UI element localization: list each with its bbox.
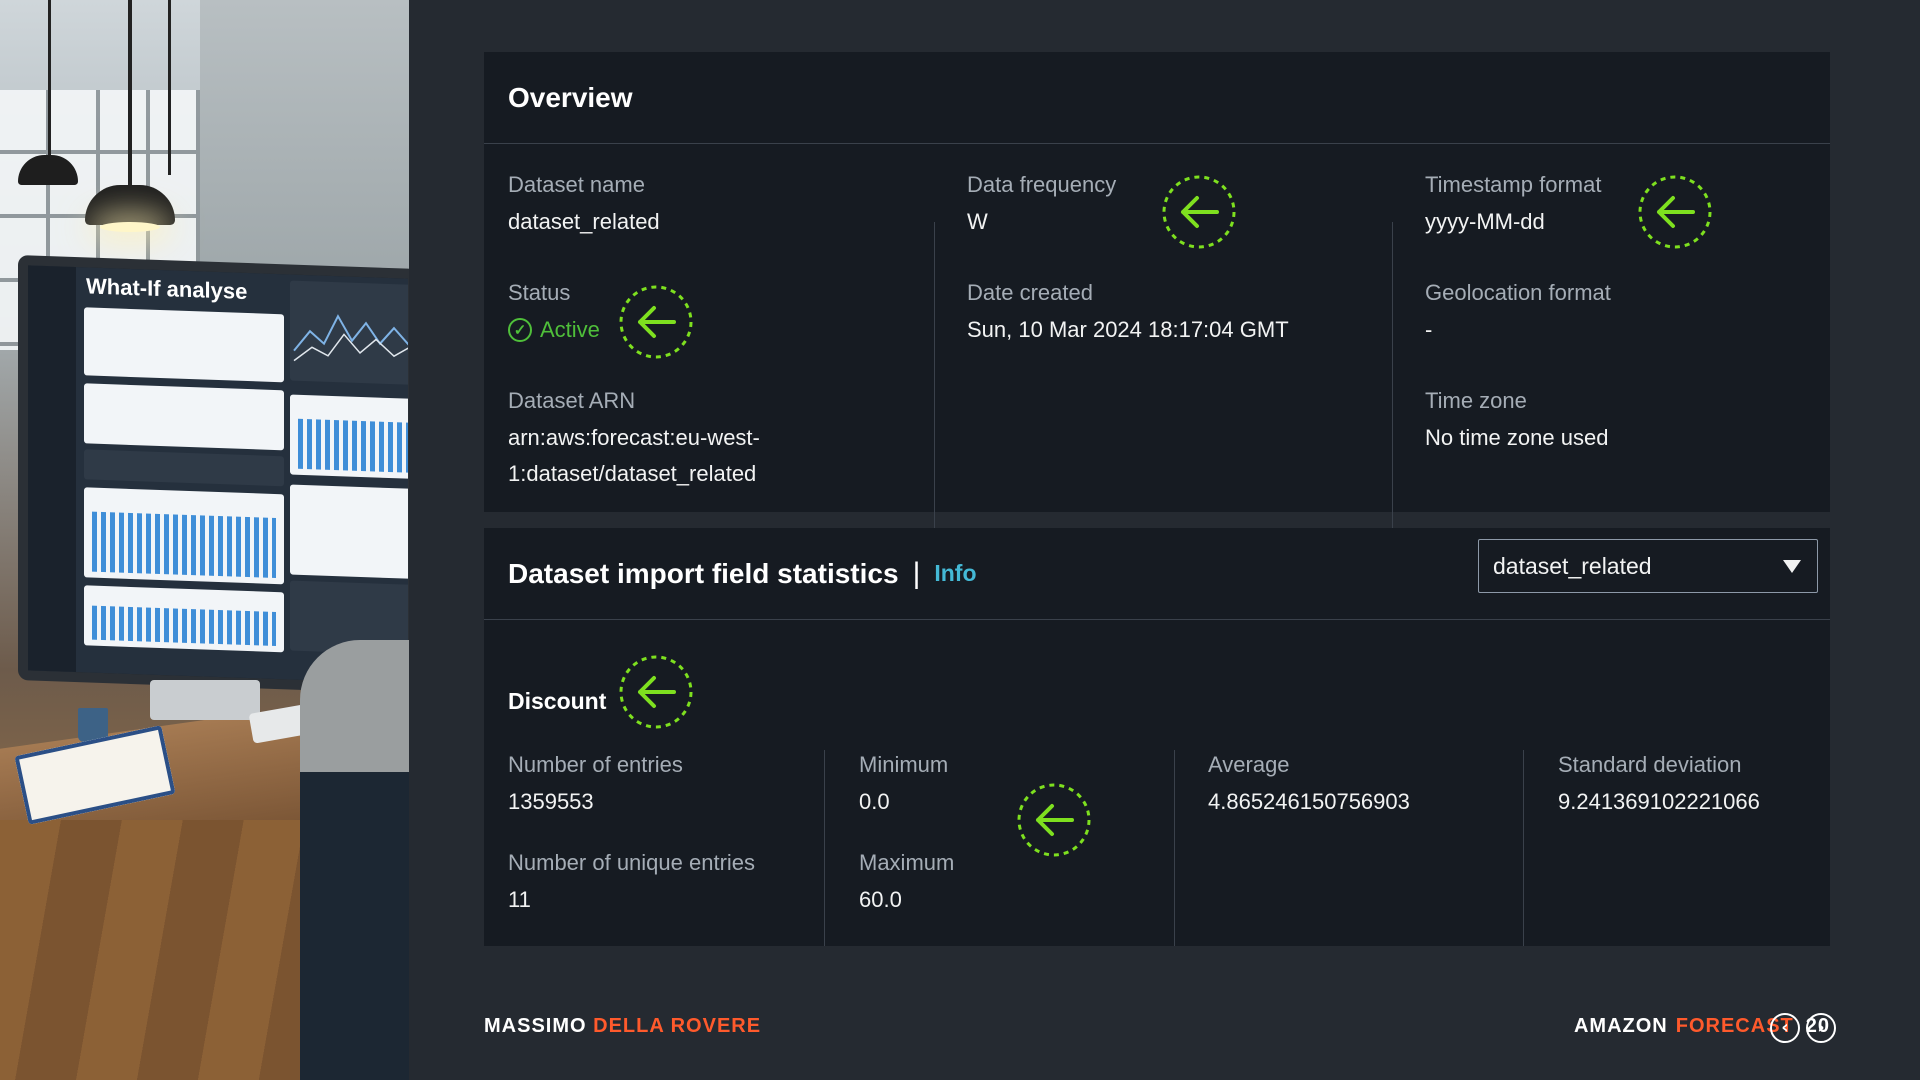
field-label: Timestamp format [1425, 172, 1602, 197]
dataset-arn-field: Dataset ARN arn:aws:forecast:eu-west- 1:… [508, 386, 760, 492]
author-first-name: MASSIMO [484, 1015, 587, 1037]
field-value: - [1425, 317, 1433, 342]
lamp-glow [100, 222, 160, 232]
author-credit: MASSIMO DELLA ROVERE [484, 1015, 761, 1038]
arrow-left-icon [1162, 175, 1236, 249]
product-first: AMAZON [1573, 1015, 1668, 1037]
time-zone-field: Time zone No time zone used [1425, 386, 1608, 456]
monitor-sidebar [28, 265, 76, 673]
info-link[interactable]: Info [934, 560, 976, 587]
field-value: dataset_related [508, 209, 660, 234]
column-divider [934, 222, 935, 548]
monitor-title: What-If analyse [86, 273, 248, 305]
standard-deviation-field: Standard deviation 9.241369102221066 [1558, 750, 1760, 820]
status-badge: ✓ Active [508, 312, 600, 348]
dataset-name-field: Dataset name dataset_related [508, 170, 660, 240]
column-divider [1174, 750, 1175, 946]
unique-entries-field: Number of unique entries 11 [508, 848, 755, 918]
chevron-left-icon[interactable]: ‹ [1770, 1013, 1800, 1043]
geolocation-format-field: Geolocation format - [1425, 278, 1611, 348]
dataset-select[interactable]: dataset_related [1478, 539, 1818, 593]
column-divider [1523, 750, 1524, 946]
field-value: No time zone used [1425, 425, 1609, 450]
overview-panel: Overview Dataset name dataset_related St… [484, 52, 1830, 548]
column-divider [824, 750, 825, 946]
monitor-panel [290, 484, 408, 580]
monitor-counter-strip [84, 449, 284, 487]
title-separator: | [912, 556, 921, 590]
arrow-left-icon [619, 285, 693, 359]
date-created-field: Date created Sun, 10 Mar 2024 18:17:04 G… [967, 278, 1289, 348]
field-label: Status [508, 280, 571, 305]
field-label: Number of entries [508, 752, 683, 777]
status-field: Status ✓ Active [508, 278, 600, 348]
field-label: Standard deviation [1558, 752, 1742, 777]
column-divider [1392, 222, 1393, 548]
field-value: arn:aws:forecast:eu-west- 1:dataset/data… [508, 420, 760, 492]
select-value: dataset_related [1493, 552, 1652, 579]
monitor-bar-chart [84, 585, 284, 653]
lamp-cord [168, 0, 171, 175]
monitor: What-If analyse [18, 255, 409, 694]
author-last-name: DELLA ROVERE [593, 1015, 762, 1037]
overview-title: Overview [508, 81, 633, 113]
monitor-screen: What-If analyse [28, 265, 408, 684]
monitor-panel [84, 307, 284, 383]
field-label: Geolocation format [1425, 280, 1611, 305]
monitor-bar-chart [290, 394, 408, 480]
monitor-bar-chart [84, 487, 284, 585]
timestamp-format-field: Timestamp format yyyy-MM-dd [1425, 170, 1601, 240]
field-label: Data frequency [967, 172, 1117, 197]
chevron-right-icon[interactable]: › [1806, 1013, 1836, 1043]
stats-header: Dataset import field statistics | Info d… [484, 528, 1830, 620]
field-value: 60.0 [859, 887, 902, 912]
person [300, 640, 409, 1080]
field-label: Time zone [1425, 388, 1527, 413]
office-illustration: What-If analyse [0, 0, 409, 1080]
monitor-stand [150, 680, 260, 720]
field-statistics-panel: Dataset import field statistics | Info d… [484, 528, 1830, 946]
arrow-left-icon [1017, 783, 1091, 857]
field-label: Dataset ARN [508, 388, 636, 413]
check-circle-icon: ✓ [508, 318, 532, 342]
field-value: 4.865246150756903 [1208, 789, 1410, 814]
data-frequency-field: Data frequency W [967, 170, 1116, 240]
maximum-field: Maximum 60.0 [859, 848, 954, 918]
monitor-panel [84, 383, 284, 451]
arn-line-1: arn:aws:forecast:eu-west- [508, 425, 760, 450]
lamp-cord [128, 0, 132, 185]
arrow-left-icon [1638, 175, 1712, 249]
number-of-entries-field: Number of entries 1359553 [508, 750, 683, 820]
stats-title: Dataset import field statistics [508, 557, 899, 589]
field-label: Dataset name [508, 172, 645, 197]
arrow-left-icon [619, 655, 693, 729]
field-value: 1359553 [508, 789, 594, 814]
caret-down-icon [1783, 559, 1801, 573]
monitor-line-chart [290, 280, 408, 386]
field-value: 0.0 [859, 789, 890, 814]
field-name: Discount [508, 688, 607, 714]
lamp-cord [48, 0, 51, 155]
field-label: Minimum [859, 752, 949, 777]
average-field: Average 4.865246150756903 [1208, 750, 1410, 820]
arn-line-2: 1:dataset/dataset_related [508, 461, 757, 486]
field-value: W [967, 209, 988, 234]
minimum-field: Minimum 0.0 [859, 750, 948, 820]
field-value: 9.241369102221066 [1558, 789, 1760, 814]
field-value: yyyy-MM-dd [1425, 209, 1545, 234]
field-label: Maximum [859, 850, 955, 875]
field-value: Sun, 10 Mar 2024 18:17:04 GMT [967, 317, 1289, 342]
field-label: Date created [967, 280, 1093, 305]
status-text: Active [540, 317, 600, 342]
field-value: 11 [508, 887, 531, 912]
field-label: Number of unique entries [508, 850, 756, 875]
overview-header: Overview [484, 52, 1830, 144]
field-label: Average [1208, 752, 1290, 777]
